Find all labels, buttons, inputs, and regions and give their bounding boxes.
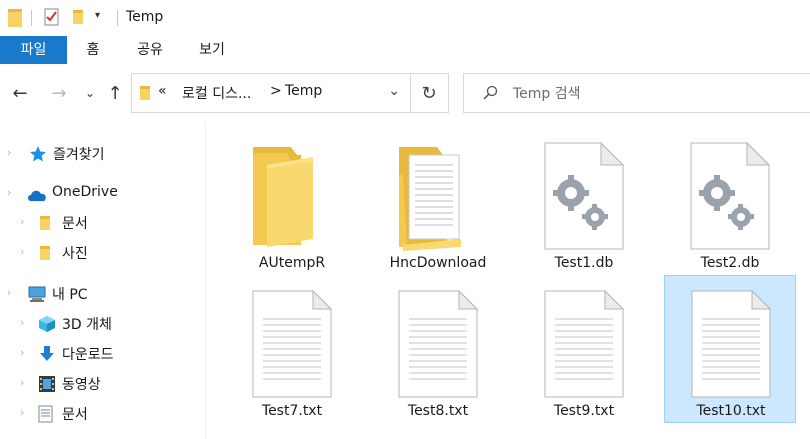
sidebar-item-pictures[interactable]: › 사진 [0,239,205,267]
sidebar-item-label: 다운로드 [62,347,114,363]
tab-file[interactable]: 파일 [0,36,67,64]
file-item-db[interactable]: Test2.db [665,129,795,275]
up-arrow-icon[interactable]: ↑ [104,82,126,104]
text-file-icon [252,289,333,398]
folder-icon [140,85,150,105]
file-name: Test8.txt [407,403,469,419]
file-name: HncDownload [389,255,487,271]
forward-arrow-icon[interactable]: → [48,82,70,104]
breadcrumb-local-disk[interactable]: 로컬 디스... [182,83,251,103]
text-file-icon [691,289,772,398]
expand-chevron-icon[interactable]: › [20,316,24,329]
navigation-bar: ← → ⌄ ↑ « 로컬 디스... > Temp ⌄ ↻ Temp 검색 [0,64,810,121]
file-item-txt[interactable]: Test8.txt [373,277,503,423]
file-name: Test1.db [554,255,614,271]
file-item-txt[interactable]: Test9.txt [519,277,649,423]
sidebar-item-documents[interactable]: › 문서 [0,209,205,237]
breadcrumb-temp[interactable]: Temp [285,83,322,99]
file-item-folder[interactable]: HncDownload [373,129,503,275]
expand-chevron-icon[interactable]: › [20,245,24,258]
breadcrumb-overflow[interactable]: « [158,83,167,99]
folder-icon [253,147,313,247]
window-title: Temp [126,9,164,25]
new-folder-icon[interactable] [72,8,84,30]
document-icon [38,405,56,423]
film-icon [38,375,56,393]
sidebar-item-label: 내 PC [52,287,88,303]
file-name: Test9.txt [553,403,615,419]
sidebar-item-label: 사진 [62,246,88,262]
sidebar-item-label: 문서 [62,216,88,232]
title-bar: ▾ Temp [0,0,810,36]
customize-toolbar-chevron-icon[interactable]: ▾ [95,10,100,21]
cube-icon [38,315,56,333]
sidebar-item-downloads[interactable]: › 다운로드 [0,340,205,368]
expand-chevron-icon[interactable]: › [20,215,24,228]
sidebar-item-documents-pc[interactable]: › 문서 [0,400,205,428]
text-file-icon [398,289,479,398]
expand-chevron-icon[interactable]: › [7,286,11,299]
settings-file-icon [690,141,771,250]
folder-icon [7,7,23,33]
address-dropdown-chevron-icon[interactable]: ⌄ [388,83,400,99]
recent-locations-chevron-icon[interactable]: ⌄ [79,82,101,104]
folder-icon [40,215,58,233]
tab-home[interactable]: 홈 [76,36,110,64]
sidebar-item-favorites[interactable]: › 즐겨찾기 [0,140,205,168]
search-icon [482,85,498,105]
expand-chevron-icon[interactable]: › [7,186,11,199]
address-bar[interactable]: « 로컬 디스... > Temp ⌄ [131,73,411,113]
properties-checkmark-icon[interactable] [44,8,60,30]
sidebar-item-label: 문서 [62,407,88,423]
sidebar-item-videos[interactable]: › 동영상 [0,370,205,398]
settings-file-icon [544,141,625,250]
file-item-txt-selected[interactable]: Test10.txt [664,275,796,423]
sidebar-item-onedrive[interactable]: › OneDrive [0,180,205,208]
star-icon [29,145,47,163]
file-name: Test10.txt [696,403,766,419]
file-name: Test7.txt [261,403,323,419]
sidebar-item-label: OneDrive [52,184,118,200]
search-box[interactable]: Temp 검색 [463,73,810,113]
tab-share[interactable]: 공유 [128,36,172,64]
back-arrow-icon[interactable]: ← [9,82,31,104]
sidebar-item-label: 3D 개체 [62,317,112,333]
folder-with-documents-icon [399,147,461,251]
file-item-folder[interactable]: AUtempR [227,129,357,275]
download-arrow-icon [38,345,56,363]
sidebar-item-label: 즐겨찾기 [53,147,105,163]
sidebar-item-this-pc[interactable]: › 내 PC [0,280,205,308]
cloud-icon [26,187,48,205]
expand-chevron-icon[interactable]: › [20,346,24,359]
file-list: AUtempR HncDownload Test1.db Test2.db Te… [206,121,810,439]
sidebar-item-3d-objects[interactable]: › 3D 개체 [0,310,205,338]
sidebar-item-label: 동영상 [62,377,101,393]
breadcrumb-separator[interactable]: > [270,83,282,99]
file-item-txt[interactable]: Test7.txt [227,277,357,423]
folder-icon [40,245,58,263]
expand-chevron-icon[interactable]: › [20,376,24,389]
expand-chevron-icon[interactable]: › [20,406,24,419]
file-item-db[interactable]: Test1.db [519,129,649,275]
tab-view[interactable]: 보기 [190,36,234,64]
expand-chevron-icon[interactable]: › [7,146,11,159]
navigation-pane: › 즐겨찾기 › OneDrive › 문서 › 사진 › 내 PC › 3D … [0,121,205,439]
computer-icon [28,285,46,303]
ribbon-tabs: 파일 홈 공유 보기 [0,36,810,65]
text-file-icon [544,289,625,398]
file-name: Test2.db [700,255,760,271]
refresh-icon[interactable]: ↻ [410,73,449,113]
file-name: AUtempR [258,255,326,271]
search-placeholder: Temp 검색 [513,86,581,102]
